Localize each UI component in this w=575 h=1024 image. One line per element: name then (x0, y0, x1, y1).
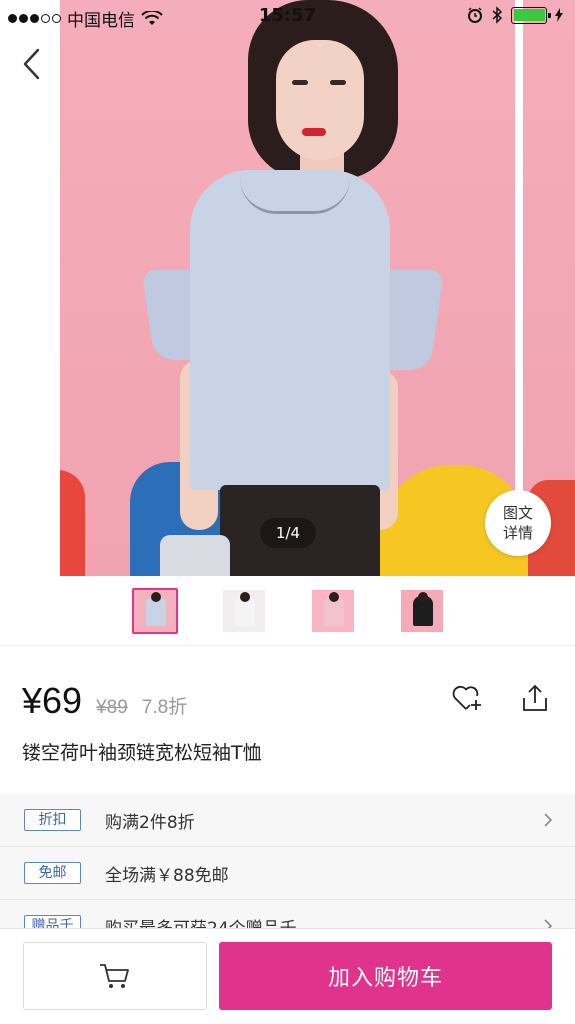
bluetooth-icon (492, 6, 503, 24)
thumbnail-2[interactable] (221, 588, 267, 634)
thumbnail-strip (0, 576, 575, 646)
thumbnail-model-head (418, 591, 429, 602)
promotion-row-free-shipping[interactable]: 免邮 全场满￥88免邮 (0, 847, 575, 900)
model-eye (330, 80, 346, 85)
model-bag (160, 535, 230, 576)
chevron-right-icon (544, 813, 553, 827)
share-icon[interactable] (518, 682, 552, 714)
detail-button-line1: 图文 (502, 504, 533, 522)
model-lips (302, 128, 326, 136)
add-to-cart-button[interactable]: 加入购物车 (219, 942, 552, 1010)
product-image-gallery[interactable]: 中国电信 15:57 1/4 图文 详情 (0, 0, 575, 576)
model-eye (292, 80, 308, 85)
product-photo[interactable] (60, 0, 575, 576)
thumbnail-4[interactable] (399, 588, 445, 634)
promotion-list: 折扣 购满2件8折 免邮 全场满￥88免邮 赠品千 购买最多可获24个赠品千 (0, 794, 575, 934)
battery-icon (511, 6, 551, 24)
thumbnail-model-head (329, 591, 340, 602)
current-price: ¥69 (22, 680, 83, 721)
original-price: ¥89 (96, 697, 128, 718)
promotion-tag: 折扣 (24, 809, 81, 831)
charging-icon (555, 8, 563, 22)
bottom-action-bar: 加入购物车 (0, 928, 575, 1024)
detail-button-line2: 详情 (502, 524, 533, 542)
status-bar: 中国电信 15:57 (0, 0, 575, 32)
alarm-icon (468, 7, 482, 23)
product-title: 镂空荷叶袖颈链宽松短袖T恤 (22, 742, 262, 764)
photo-chair-red (60, 470, 85, 576)
back-arrow-icon[interactable] (18, 44, 48, 84)
image-text-detail-button[interactable]: 图文 详情 (485, 490, 551, 556)
promotion-text: 购满2件8折 (105, 812, 195, 833)
discount-label: 7.8折 (141, 697, 188, 718)
shirt-body (190, 170, 390, 490)
thumbnail-1[interactable] (131, 587, 178, 634)
price-row: ¥69 ¥89 7.8折 (22, 680, 187, 722)
shopping-cart-button[interactable] (23, 942, 207, 1010)
status-right (467, 6, 563, 24)
image-page-indicator: 1/4 (260, 518, 316, 548)
model-face (276, 40, 364, 160)
thumbnail-model-head (239, 591, 250, 602)
favorite-heart-add-icon[interactable] (450, 682, 484, 714)
shopping-cart-icon (100, 964, 129, 988)
promotion-row-discount[interactable]: 折扣 购满2件8折 (0, 794, 575, 847)
promotion-text: 全场满￥88免邮 (105, 865, 229, 886)
thumbnail-model-head (150, 591, 161, 602)
promotion-tag: 免邮 (24, 862, 81, 884)
thumbnail-3[interactable] (310, 588, 356, 634)
